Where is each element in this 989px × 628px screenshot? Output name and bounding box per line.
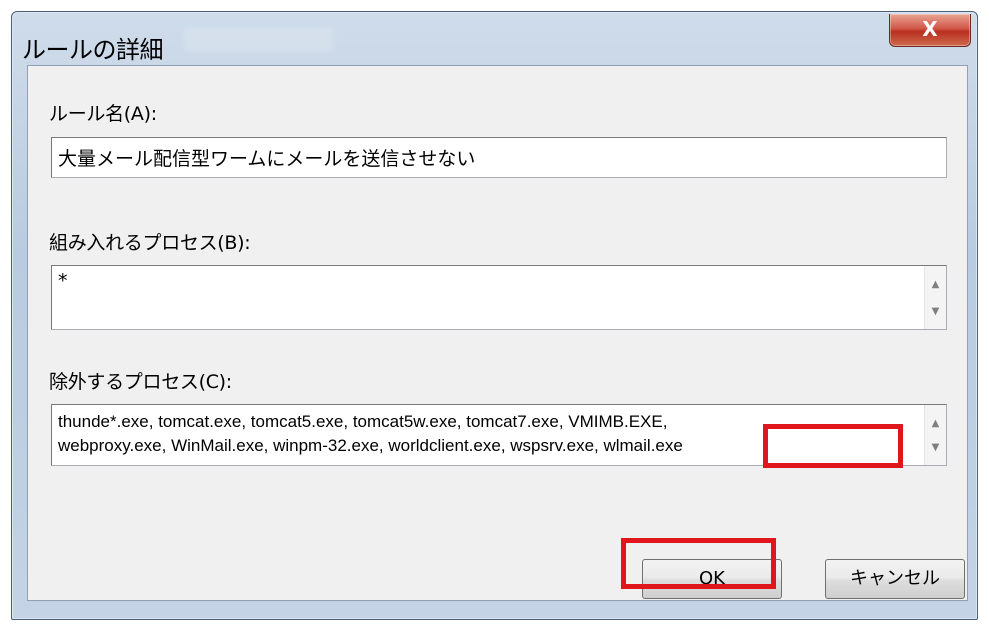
cancel-button[interactable]: キャンセル bbox=[825, 559, 965, 599]
scroll-down-arrow-icon[interactable]: ▼ bbox=[925, 303, 946, 321]
exclude-process-line-1: thunde*.exe, tomcat.exe, tomcat5.exe, to… bbox=[58, 412, 668, 431]
include-process-value: * bbox=[58, 270, 68, 292]
dialog-title: ルールの詳細 bbox=[22, 36, 164, 64]
include-process-scrollbar[interactable]: ▲ ▼ bbox=[924, 266, 946, 329]
dialog-body: ルール名(A): 大量メール配信型ワームにメールを送信させない 組み入れるプロセ… bbox=[27, 65, 968, 601]
exclude-process-label: 除外するプロセス(C): bbox=[49, 371, 232, 393]
rule-name-value: 大量メール配信型ワームにメールを送信させない bbox=[58, 148, 476, 170]
exclude-process-scrollbar[interactable]: ▲ ▼ bbox=[924, 405, 946, 465]
close-button[interactable]: X bbox=[889, 14, 971, 47]
rule-details-dialog: ルールの詳細 X ルール名(A): 大量メール配信型ワームにメールを送信させない… bbox=[11, 11, 978, 620]
exclude-process-line-2: webproxy.exe, WinMail.exe, winpm-32.exe,… bbox=[58, 436, 683, 455]
exclude-process-textarea[interactable]: thunde*.exe, tomcat.exe, tomcat5.exe, to… bbox=[51, 404, 947, 466]
include-process-textarea[interactable]: * ▲ ▼ bbox=[51, 265, 947, 330]
title-bar-reflection bbox=[184, 28, 334, 52]
ok-button[interactable]: OK bbox=[642, 559, 782, 599]
scroll-up-arrow-icon[interactable]: ▲ bbox=[925, 415, 946, 433]
exclude-process-value: thunde*.exe, tomcat.exe, tomcat5.exe, to… bbox=[58, 410, 683, 458]
scroll-up-arrow-icon[interactable]: ▲ bbox=[925, 276, 946, 294]
include-process-label: 組み入れるプロセス(B): bbox=[49, 232, 251, 254]
rule-name-input[interactable]: 大量メール配信型ワームにメールを送信させない bbox=[51, 137, 947, 178]
close-icon: X bbox=[922, 17, 938, 41]
scroll-down-arrow-icon[interactable]: ▼ bbox=[925, 439, 946, 457]
rule-name-label: ルール名(A): bbox=[49, 103, 157, 125]
